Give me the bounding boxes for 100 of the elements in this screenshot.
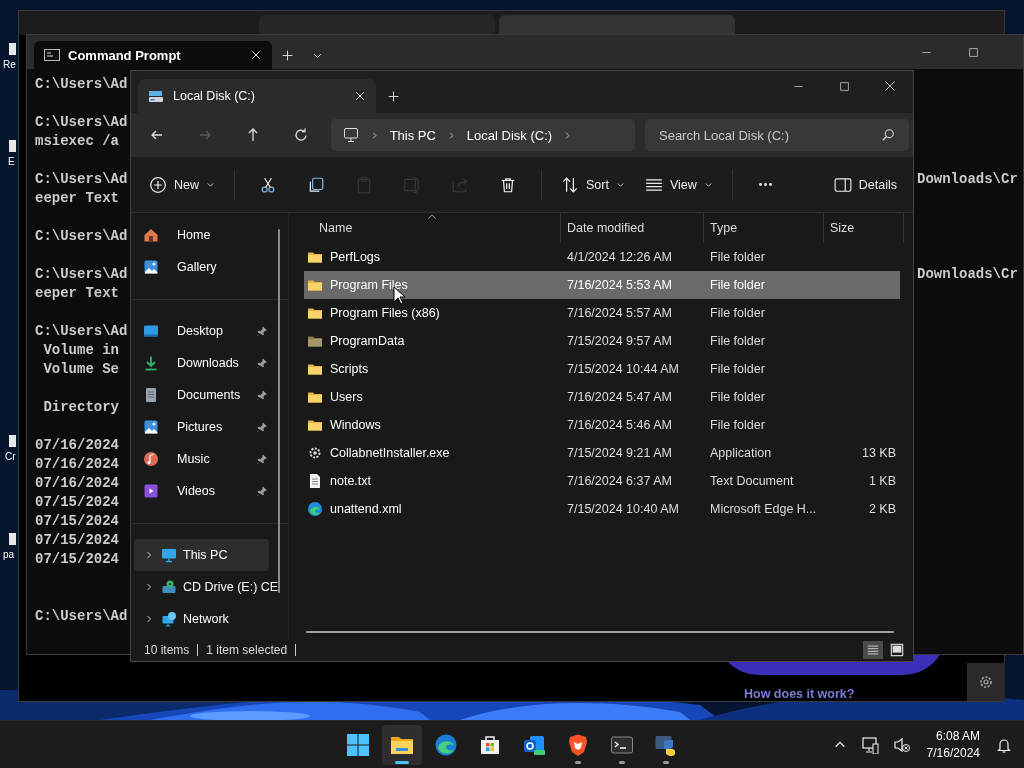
sidebar-item[interactable]: Music bbox=[134, 443, 269, 475]
how-it-works-link[interactable]: How does it work? bbox=[744, 687, 855, 701]
clock[interactable]: 6:08 AM 7/16/2024 bbox=[920, 724, 986, 765]
copy-icon bbox=[307, 175, 325, 194]
date-cell-text: 7/16/2024 5:57 AM bbox=[566, 306, 673, 320]
file-row[interactable]: CollabnetInstaller.exe 7/15/2024 9:21 AM Application 13 KB bbox=[304, 439, 900, 467]
sidebar-item[interactable]: Desktop bbox=[134, 315, 269, 347]
console-line: Downloads\Cr bbox=[917, 265, 1018, 284]
file-row[interactable]: unattend.xml 7/15/2024 10:40 AM Microsoft Edge H... 2 KB bbox=[304, 495, 900, 523]
search-field[interactable]: Search Local Disk (C:) bbox=[645, 119, 909, 151]
file-row[interactable]: Program Files (x86) 7/16/2024 5:57 AM File folder bbox=[304, 299, 900, 327]
scrollbar[interactable] bbox=[306, 631, 894, 633]
console-line: 07/16/2024 bbox=[35, 437, 119, 453]
sidebar-item[interactable]: Documents bbox=[134, 379, 269, 411]
volume-muted-icon bbox=[892, 735, 911, 754]
disc-drive-icon bbox=[161, 579, 177, 595]
sidebar-item[interactable]: Videos bbox=[134, 475, 269, 507]
sidebar-item[interactable]: Pictures bbox=[134, 411, 269, 443]
close-icon bbox=[884, 80, 896, 92]
close-icon bbox=[354, 90, 366, 102]
file-row[interactable]: Program Files 7/16/2024 5:53 AM File folder bbox=[304, 271, 900, 299]
date-cell-text: 7/15/2024 10:44 AM bbox=[566, 362, 680, 376]
console-line: 07/15/2024 bbox=[35, 551, 119, 567]
date-cell-text: 7/15/2024 9:57 AM bbox=[566, 334, 673, 348]
details-pane-icon bbox=[833, 175, 852, 194]
picture-frame-icon bbox=[143, 419, 159, 435]
file-name: Users bbox=[330, 390, 363, 404]
terminal-tab[interactable]: Command Prompt bbox=[34, 41, 272, 69]
breadcrumb-item[interactable]: This PC bbox=[389, 127, 436, 143]
console-line: eeper Text bbox=[35, 190, 119, 206]
console-line: Directory bbox=[42, 399, 119, 415]
details-view-button[interactable] bbox=[863, 641, 883, 659]
column-header[interactable]: Type bbox=[704, 213, 824, 243]
console-line: C:\Users\Ad bbox=[35, 608, 128, 624]
type-cell-text: File folder bbox=[709, 334, 766, 348]
item-count: 10 items bbox=[144, 643, 190, 657]
file-name: Scripts bbox=[330, 362, 369, 376]
sidebar-item[interactable]: CD Drive (E:) CE bbox=[134, 571, 279, 603]
date-cell-text: 7/16/2024 5:53 AM bbox=[566, 278, 673, 292]
desktop-icon-label: E bbox=[8, 156, 15, 167]
file-row[interactable]: PerfLogs 4/1/2024 12:26 AM File folder bbox=[304, 243, 900, 271]
new-button[interactable]: New bbox=[143, 167, 221, 202]
pin-icon bbox=[256, 421, 268, 433]
caret-down-icon bbox=[703, 180, 713, 189]
sidebar-item[interactable]: Network bbox=[134, 603, 269, 635]
file-row[interactable]: note.txt 7/16/2024 6:37 AM Text Document 1 KB bbox=[304, 467, 900, 495]
details-button[interactable]: Details bbox=[827, 167, 903, 202]
caret-down-icon bbox=[206, 180, 215, 189]
type-cell-text: File folder bbox=[709, 390, 766, 404]
settings-button[interactable] bbox=[967, 663, 1005, 701]
sort-arrows-icon bbox=[561, 175, 579, 194]
file-row[interactable]: Scripts 7/15/2024 10:44 AM File folder bbox=[304, 355, 900, 383]
column-header[interactable]: Size bbox=[824, 213, 904, 243]
refresh-icon bbox=[292, 127, 309, 143]
explorer-tab[interactable]: Local Disk (C:) bbox=[138, 79, 376, 113]
type-cell-text: File folder bbox=[709, 418, 766, 432]
desktop-icon-label: Re bbox=[3, 59, 16, 70]
sidebar-item[interactable]: Home bbox=[134, 219, 269, 251]
plus-circle-icon bbox=[149, 175, 167, 194]
column-header[interactable]: Date modified bbox=[561, 213, 704, 243]
network-monitor-icon bbox=[860, 735, 879, 754]
console-line: C:\Users\Ad bbox=[35, 76, 128, 92]
file-name: unattend.xml bbox=[330, 502, 402, 516]
desktop-icon-label: Cr bbox=[5, 451, 16, 462]
view-button[interactable]: View bbox=[638, 167, 719, 202]
taskbar-button[interactable] bbox=[382, 724, 422, 765]
house-icon bbox=[143, 227, 159, 243]
scrollbar[interactable] bbox=[278, 229, 280, 593]
selection-count: 1 item selected bbox=[206, 643, 288, 657]
download-icon bbox=[143, 355, 159, 371]
desktop-icon-label: pa bbox=[3, 549, 15, 560]
close-icon bbox=[250, 49, 262, 61]
gear-file-icon bbox=[307, 445, 323, 461]
file-row[interactable]: Users 7/16/2024 5:47 AM File folder bbox=[304, 383, 900, 411]
file-name: Program Files (x86) bbox=[330, 306, 440, 320]
sidebar-item[interactable]: This PC bbox=[134, 539, 269, 571]
file-name: note.txt bbox=[330, 474, 371, 488]
file-row[interactable]: ProgramData 7/15/2024 9:57 AM File folder bbox=[304, 327, 900, 355]
type-cell-text: File folder bbox=[709, 362, 766, 376]
sidebar-item[interactable]: Downloads bbox=[134, 347, 269, 379]
rename-icon bbox=[403, 175, 421, 194]
address-bar[interactable]: This PC Local Disk (C:) bbox=[330, 119, 635, 151]
shield-icon bbox=[566, 732, 590, 757]
cut-icon bbox=[259, 175, 277, 194]
maximize-icon bbox=[968, 46, 979, 58]
file-name: ProgramData bbox=[330, 334, 405, 348]
sidebar-item[interactable]: Gallery bbox=[134, 251, 269, 283]
sort-caret-icon bbox=[426, 211, 438, 221]
file-row[interactable]: Windows 7/16/2024 5:46 AM File folder bbox=[304, 411, 900, 439]
column-header[interactable]: Name bbox=[304, 213, 561, 243]
sort-button[interactable]: Sort bbox=[555, 167, 631, 202]
film-icon bbox=[143, 483, 159, 499]
console-line: C:\Users\Ad bbox=[35, 323, 128, 339]
breadcrumb-item[interactable]: Local Disk (C:) bbox=[466, 127, 553, 143]
start-icon bbox=[346, 732, 370, 757]
console-line: 07/15/2024 bbox=[35, 532, 119, 548]
date-cell-text: 7/16/2024 5:47 AM bbox=[566, 390, 673, 404]
browser-icon bbox=[434, 732, 458, 757]
size-cell-text: 2 KB bbox=[867, 502, 897, 516]
monitor-icon bbox=[161, 547, 177, 563]
